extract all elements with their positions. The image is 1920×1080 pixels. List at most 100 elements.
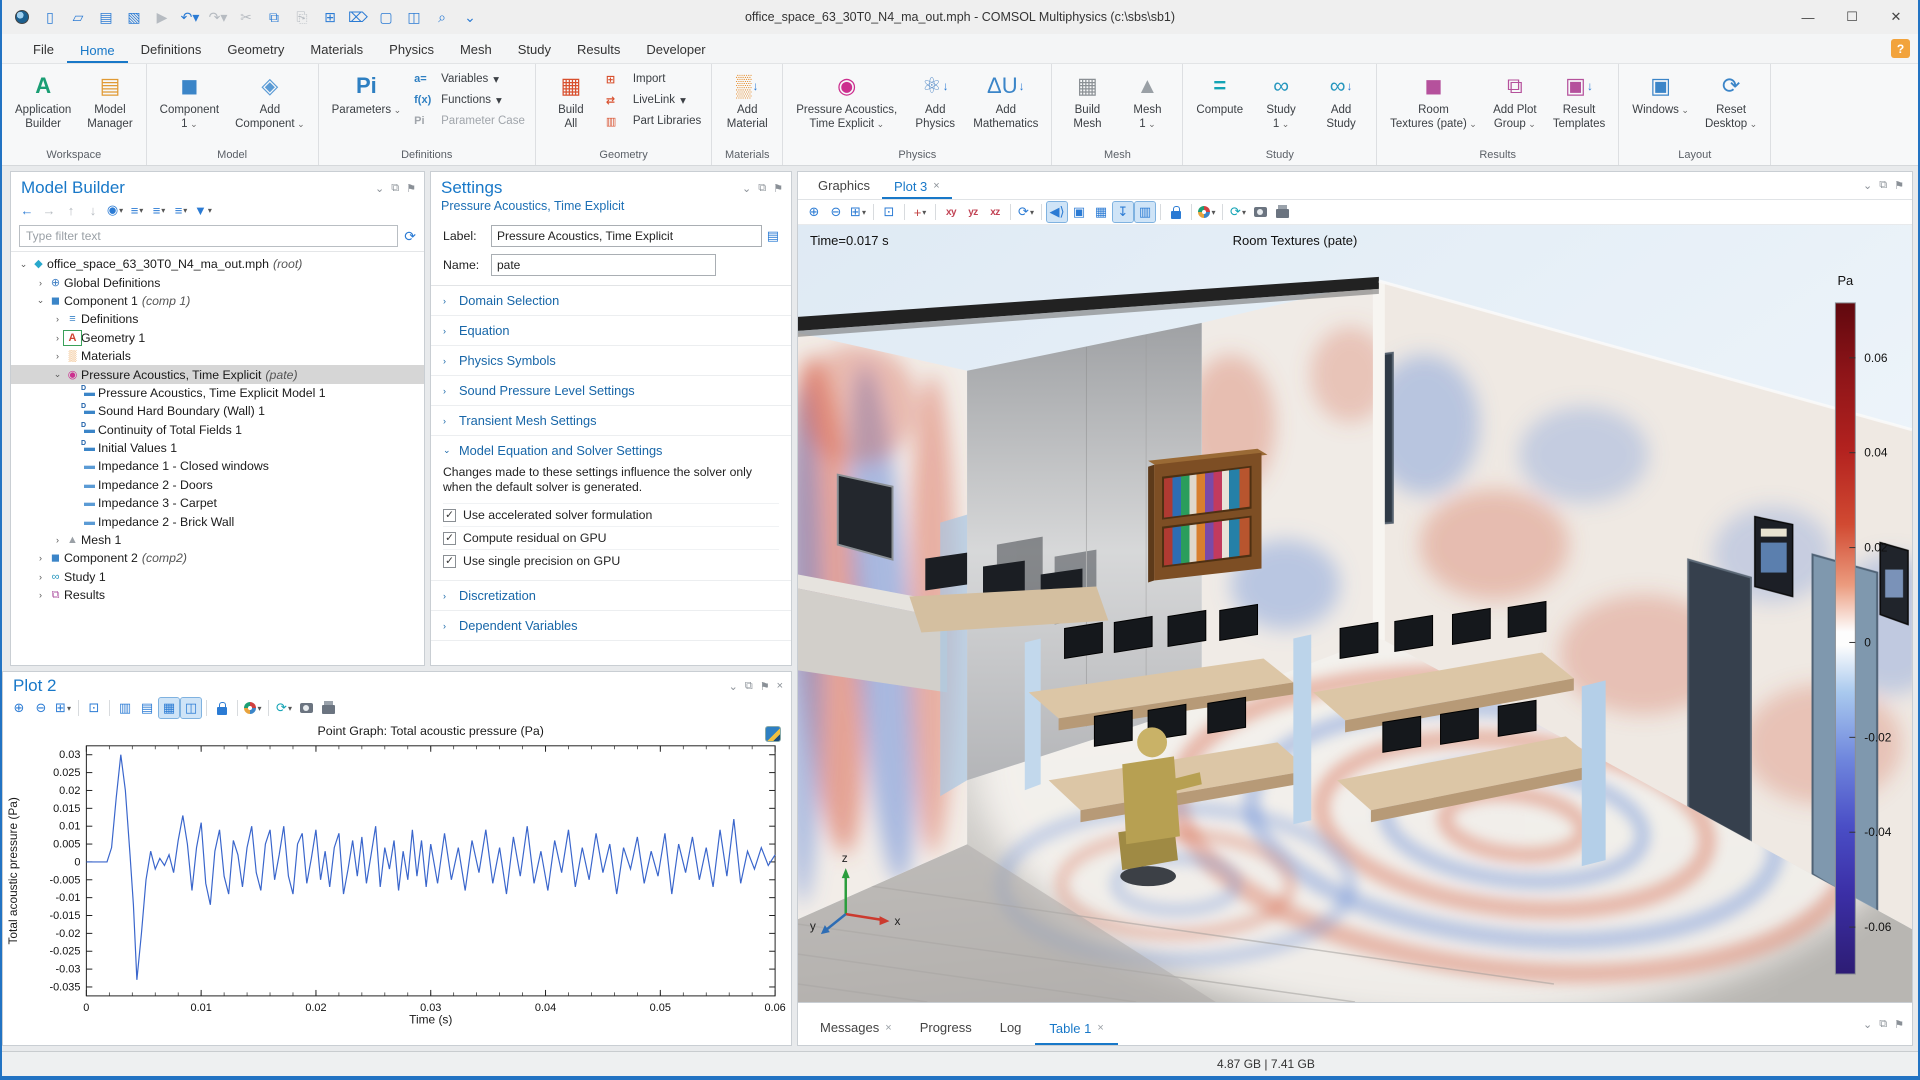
menu-home[interactable]: Home bbox=[66, 38, 128, 63]
tab-progress[interactable]: Progress bbox=[906, 1012, 986, 1045]
print-icon[interactable] bbox=[1272, 202, 1292, 222]
view-yz-icon[interactable]: yz bbox=[963, 202, 983, 222]
tree-item[interactable]: ⌄ ◼ Component 1 (comp 1) bbox=[11, 292, 424, 310]
name-field[interactable] bbox=[491, 254, 716, 276]
menu-results[interactable]: Results bbox=[564, 37, 633, 63]
result-templates-button[interactable]: ▣ ↓ Result Templates bbox=[1546, 68, 1612, 147]
checkbox-icon[interactable]: ✓ bbox=[443, 554, 456, 568]
graphics-canvas[interactable]: Pa 0.06 0.04 0.02 0 -0.02 -0.04 -0.06 z x bbox=[798, 225, 1912, 1002]
section-transient-mesh-settings[interactable]: › Transient Mesh Settings bbox=[431, 406, 791, 435]
add-physics-button[interactable]: ⚛ ↓ Add Physics bbox=[906, 68, 964, 147]
zoom-box-icon[interactable]: ⊞ ▾ bbox=[848, 202, 868, 222]
tree-item[interactable]: ⌄ ◉ Pressure Acoustics, Time Explicit (pate… bbox=[11, 365, 424, 384]
part-libraries-button[interactable]: ▥ Part Libraries bbox=[606, 112, 701, 130]
comsol-logo-icon[interactable] bbox=[10, 6, 34, 28]
checkbox-compute-residual-on-gpu[interactable]: ✓ Compute residual on GPU bbox=[443, 526, 779, 549]
expand-all-icon[interactable]: ≡ ▾ bbox=[127, 200, 147, 220]
section-discretization[interactable]: › Discretization bbox=[431, 581, 791, 610]
expand-arrow-icon[interactable]: ⌄ bbox=[34, 295, 47, 306]
tab-graphics[interactable]: Graphics bbox=[806, 174, 882, 199]
panel-menu-icon[interactable]: ⌄ bbox=[1863, 179, 1872, 192]
show-icon[interactable]: ◉ ▾ bbox=[105, 200, 125, 220]
menu-study[interactable]: Study bbox=[505, 37, 564, 63]
clear-selection-icon[interactable]: ◫ bbox=[402, 6, 426, 28]
label-field[interactable] bbox=[491, 225, 762, 247]
expand-arrow-icon[interactable]: › bbox=[51, 535, 64, 545]
view-xy-icon[interactable]: xy bbox=[941, 202, 961, 222]
plot-data-icon[interactable]: ↧ bbox=[1112, 201, 1134, 223]
room-textures-button[interactable]: ◼ Room Textures (pate) ⌄ bbox=[1383, 68, 1484, 147]
tree-item[interactable]: › ⧉ Results bbox=[11, 586, 424, 604]
lock-icon[interactable] bbox=[212, 698, 232, 718]
update-plot-icon[interactable]: ⟳ ▾ bbox=[1228, 202, 1248, 222]
tree-item[interactable]: ▬ D Initial Values 1 bbox=[11, 439, 424, 457]
mesh-1-button[interactable]: ▲ Mesh 1 ⌄ bbox=[1118, 68, 1176, 147]
close-panel-icon[interactable]: × bbox=[777, 680, 783, 693]
rename-icon[interactable]: ▤ bbox=[767, 228, 779, 244]
expand-arrow-icon[interactable]: ⌄ bbox=[51, 369, 64, 380]
image-settings-icon[interactable]: ▾ bbox=[243, 698, 263, 718]
comsol-logo-button[interactable] bbox=[765, 726, 781, 742]
minimize-button[interactable]: — bbox=[1786, 2, 1830, 32]
menu-materials[interactable]: Materials bbox=[297, 37, 376, 63]
grid-icon[interactable]: ▦ bbox=[1091, 202, 1111, 222]
view-xz-icon[interactable]: xz bbox=[985, 202, 1005, 222]
checkbox-icon[interactable]: ✓ bbox=[443, 508, 456, 522]
tree-item[interactable]: ▬ D Pressure Acoustics, Time Explicit Mode… bbox=[11, 384, 424, 402]
menu-developer[interactable]: Developer bbox=[633, 37, 718, 63]
pin-panel-icon[interactable]: ⚑ bbox=[406, 182, 416, 195]
print-icon[interactable] bbox=[318, 698, 338, 718]
expand-arrow-icon[interactable]: › bbox=[34, 553, 47, 563]
open-file-icon[interactable]: ▱ bbox=[66, 6, 90, 28]
tree-item[interactable]: ▬ Impedance 3 - Carpet bbox=[11, 494, 424, 512]
update-plot-icon[interactable]: ⟳ ▾ bbox=[274, 698, 294, 718]
back-icon[interactable]: ← bbox=[17, 200, 37, 220]
livelink-button[interactable]: ⇄ LiveLink ▾ bbox=[606, 91, 701, 109]
rotate-view-icon[interactable]: ⟳ ▾ bbox=[1016, 202, 1036, 222]
section-domain-selection[interactable]: › Domain Selection bbox=[431, 286, 791, 315]
component-1-button[interactable]: ◼ Component 1 ⌄ bbox=[153, 68, 226, 147]
variables-button[interactable]: a= Variables ▾ bbox=[414, 70, 525, 88]
zoom-extents-icon[interactable]: ⊡ bbox=[84, 698, 104, 718]
build-mesh-button[interactable]: ▦ Build Mesh bbox=[1058, 68, 1116, 147]
duplicate-icon[interactable]: ⊞ bbox=[318, 6, 342, 28]
tab-plot-3[interactable]: Plot 3 × bbox=[882, 175, 952, 199]
parameters-button[interactable]: Pi Parameters ⌄ bbox=[325, 68, 408, 147]
pin-panel-icon[interactable]: ⚑ bbox=[760, 680, 770, 693]
save-as-icon[interactable]: ▧ bbox=[122, 6, 146, 28]
show-legends-icon[interactable]: ◫ bbox=[180, 697, 202, 719]
tree-item[interactable]: › ▲ Mesh 1 bbox=[11, 531, 424, 549]
lock-icon[interactable] bbox=[1166, 202, 1186, 222]
model-tree-nodes-icon[interactable]: ≡ ▾ bbox=[171, 200, 191, 220]
compute-button[interactable]: = Compute bbox=[1189, 68, 1250, 147]
tree-item[interactable]: ▬ Impedance 2 - Doors bbox=[11, 476, 424, 494]
go-to-default-view-icon[interactable]: + ▾ bbox=[910, 202, 930, 222]
menu-geometry[interactable]: Geometry bbox=[214, 37, 297, 63]
x-axis-log-icon[interactable]: ▤ bbox=[137, 698, 157, 718]
y-axis-log-icon[interactable]: ▥ bbox=[115, 698, 135, 718]
panel-menu-icon[interactable]: ⌄ bbox=[742, 182, 751, 195]
float-panel-icon[interactable]: ⧉ bbox=[1879, 1018, 1887, 1031]
close-tab-icon[interactable]: × bbox=[885, 1022, 891, 1034]
delete-icon[interactable]: ⌦ bbox=[346, 6, 370, 28]
expand-arrow-icon[interactable]: ⌄ bbox=[17, 259, 30, 270]
find-icon[interactable]: ⌕ bbox=[430, 6, 454, 28]
section-dependent-variables[interactable]: › Dependent Variables bbox=[431, 611, 791, 640]
panel-menu-icon[interactable]: ⌄ bbox=[729, 680, 738, 693]
import-button[interactable]: ⊞ Import bbox=[606, 70, 701, 88]
menu-mesh[interactable]: Mesh bbox=[447, 37, 505, 63]
pin-panel-icon[interactable]: ⚑ bbox=[773, 182, 783, 195]
panel-menu-icon[interactable]: ⌄ bbox=[375, 182, 384, 195]
windows-button[interactable]: ▣ Windows ⌄ bbox=[1625, 68, 1696, 147]
zoom-extents-icon[interactable]: ⊡ bbox=[879, 202, 899, 222]
add-mathematics-button[interactable]: ΔU ↓ Add Mathematics bbox=[966, 68, 1045, 147]
save-icon[interactable]: ▤ bbox=[94, 6, 118, 28]
zoom-in-icon[interactable]: ⊕ bbox=[9, 698, 29, 718]
add-plot-group-button[interactable]: ⧉ Add Plot Group ⌄ bbox=[1486, 68, 1544, 147]
expand-arrow-icon[interactable]: › bbox=[51, 351, 64, 361]
pin-panel-icon[interactable]: ⚑ bbox=[1894, 1018, 1904, 1031]
zoom-in-icon[interactable]: ⊕ bbox=[804, 202, 824, 222]
float-panel-icon[interactable]: ⧉ bbox=[745, 680, 753, 693]
functions-button[interactable]: f(x) Functions ▾ bbox=[414, 91, 525, 109]
image-settings-icon[interactable]: ▾ bbox=[1197, 202, 1217, 222]
